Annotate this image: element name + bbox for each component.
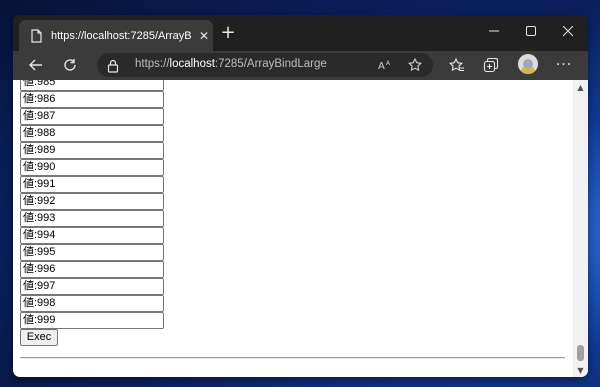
url-field[interactable]: https://localhost:7285/ArrayBindLarge AA: [97, 53, 433, 77]
svg-text:A: A: [378, 61, 385, 71]
url-text: https://localhost:7285/ArrayBindLarge: [135, 58, 327, 70]
value-input[interactable]: 値:994: [20, 227, 164, 244]
value-input[interactable]: 値:999: [20, 312, 164, 329]
scroll-up-arrow-icon[interactable]: ▲: [573, 80, 588, 94]
close-tab-icon[interactable]: ✕: [197, 29, 211, 43]
lock-icon[interactable]: [107, 58, 121, 73]
value-input[interactable]: 値:997: [20, 278, 164, 295]
value-input[interactable]: 値:990: [20, 159, 164, 176]
horizontal-rule: [20, 357, 565, 359]
tab-bar: https://localhost:7285/ArrayBind ✕ +: [13, 15, 588, 51]
browser-window: https://localhost:7285/ArrayBind ✕ + htt…: [13, 15, 588, 377]
value-input[interactable]: 値:989: [20, 142, 164, 159]
value-input[interactable]: 値:985: [20, 80, 164, 91]
close-window-icon[interactable]: [550, 15, 586, 47]
maximize-icon[interactable]: [513, 15, 549, 47]
value-input-list: 値:985 値:986 値:987 値:988 値:989 値:990 値:99…: [20, 80, 164, 346]
page-icon: [29, 28, 43, 44]
browser-tab[interactable]: https://localhost:7285/ArrayBind ✕: [19, 20, 213, 51]
collections-icon[interactable]: [481, 55, 501, 75]
refresh-icon[interactable]: [57, 53, 83, 77]
svg-text:A: A: [386, 60, 391, 67]
page-content: 値:985 値:986 値:987 値:988 値:989 値:990 値:99…: [13, 80, 588, 377]
scrollbar-thumb[interactable]: [577, 345, 584, 361]
minimize-icon[interactable]: [476, 15, 512, 47]
value-input[interactable]: 値:992: [20, 193, 164, 210]
favorites-icon[interactable]: [447, 55, 467, 75]
exec-button[interactable]: Exec: [20, 329, 58, 346]
value-input[interactable]: 値:993: [20, 210, 164, 227]
value-input[interactable]: 値:998: [20, 295, 164, 312]
value-input[interactable]: 値:986: [20, 91, 164, 108]
value-input[interactable]: 値:995: [20, 244, 164, 261]
value-input[interactable]: 値:987: [20, 108, 164, 125]
back-icon[interactable]: [23, 53, 49, 77]
value-input[interactable]: 値:996: [20, 261, 164, 278]
new-tab-icon[interactable]: +: [218, 24, 238, 44]
address-bar-row: https://localhost:7285/ArrayBindLarge AA…: [13, 51, 588, 80]
url-host: localhost: [169, 58, 215, 70]
value-input[interactable]: 値:988: [20, 125, 164, 142]
url-scheme: https://: [135, 58, 170, 70]
value-input[interactable]: 値:991: [20, 176, 164, 193]
read-aloud-icon[interactable]: AA: [377, 57, 393, 73]
tab-title: https://localhost:7285/ArrayBind: [51, 29, 191, 42]
vertical-scrollbar[interactable]: ▲ ▼: [573, 80, 588, 377]
scroll-down-arrow-icon[interactable]: ▼: [573, 363, 588, 377]
profile-avatar-icon[interactable]: [518, 54, 538, 74]
url-path: :7285/ArrayBindLarge: [214, 58, 327, 70]
more-options-icon[interactable]: ···: [554, 55, 574, 75]
add-favorite-icon[interactable]: [407, 57, 423, 73]
